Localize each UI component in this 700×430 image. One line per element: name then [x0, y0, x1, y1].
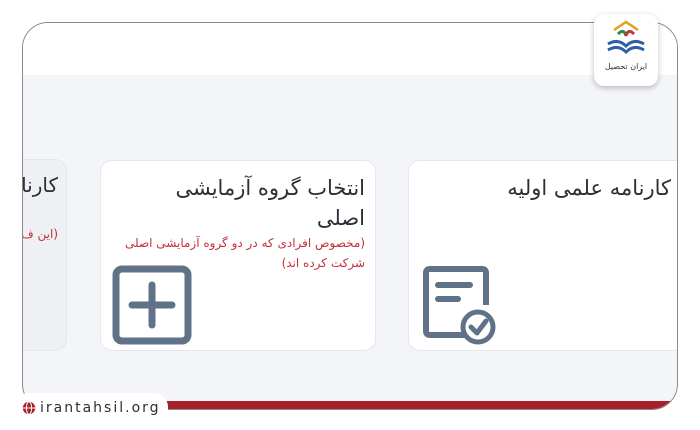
- website-url[interactable]: irantahsil.org: [40, 400, 161, 416]
- card-title: کارنامه علمی اولیه: [507, 176, 671, 200]
- top-bar: [23, 23, 677, 75]
- website-badge[interactable]: irantahsil.org: [14, 393, 168, 423]
- card-title: کارنامه انتخاب: [22, 173, 58, 197]
- plus-square-icon: [112, 265, 192, 345]
- book-logo-icon: [607, 20, 645, 55]
- card-note: (این ف: [22, 227, 58, 241]
- brand-logo: ایران تحصیل: [594, 14, 658, 86]
- card-title: انتخاب گروه آزمایشی اصلی: [175, 176, 365, 230]
- globe-icon: [22, 401, 36, 415]
- card-select-main-group[interactable]: انتخاب گروه آزمایشی اصلی (مخصوص افرادی ک…: [100, 160, 376, 351]
- brand-name: ایران تحصیل: [604, 62, 648, 71]
- app-frame: کارنامه انتخاب (این ف انتخاب گروه آزمایش…: [22, 22, 678, 410]
- card-initial-report[interactable]: کارنامه علمی اولیه: [408, 160, 677, 351]
- certificate-check-icon: [423, 266, 496, 345]
- card-partial[interactable]: کارنامه انتخاب (این ف: [22, 159, 67, 351]
